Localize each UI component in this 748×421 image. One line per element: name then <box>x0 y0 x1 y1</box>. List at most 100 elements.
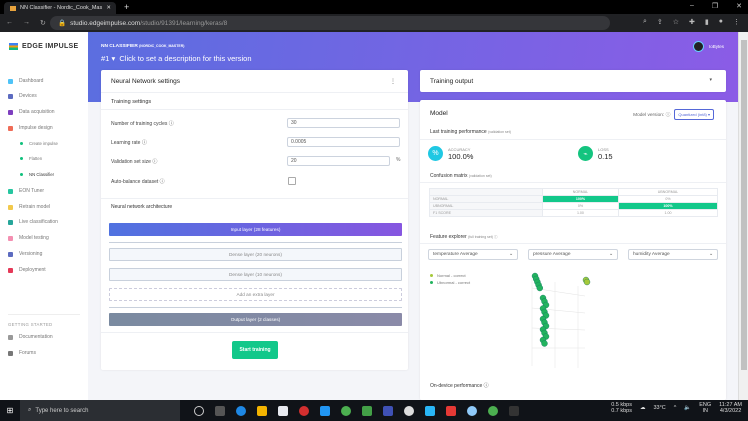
wps-icon[interactable] <box>446 405 456 416</box>
start-training-button[interactable]: Start training <box>232 341 278 359</box>
validation-size-label: Validation set size ⓘ <box>111 159 158 165</box>
more-options-icon[interactable]: ⋮ <box>390 78 396 85</box>
clock[interactable]: 11:27 AM 4/3/2022 <box>719 402 742 414</box>
legend-normal[interactable]: Normal - correct <box>430 273 466 278</box>
new-tab-button[interactable]: + <box>124 2 129 12</box>
file-explorer-icon[interactable] <box>257 405 267 416</box>
y-axis-select[interactable]: pressure Average ⌄ <box>528 249 618 260</box>
app-icon[interactable] <box>362 405 372 416</box>
url-path: /studio/91391/learning/keras/8 <box>140 19 228 27</box>
close-tab-icon[interactable]: ✕ <box>106 5 111 11</box>
edge-icon[interactable] <box>236 405 246 416</box>
volume-icon[interactable]: 🔈 <box>684 405 691 411</box>
bullet-icon <box>20 173 23 176</box>
url-bar[interactable]: 🔒 studio.edgeimpulse.com/studio/91391/lea… <box>50 16 610 30</box>
sidebar-item-nn-classifier[interactable]: NN Classifier <box>20 172 54 177</box>
auto-balance-checkbox[interactable] <box>288 177 296 185</box>
versioning-icon <box>8 251 13 257</box>
sidebar-item-model-testing[interactable]: Model testing <box>8 235 49 241</box>
share-icon[interactable]: ⇪ <box>657 18 663 26</box>
architecture-heading: Neural network architecture <box>111 204 173 210</box>
chrome-icon[interactable] <box>341 405 351 416</box>
tray-chevron-icon[interactable]: ^ <box>674 405 677 411</box>
card-title: Neural Network settings <box>111 78 180 85</box>
language[interactable]: ENG IN <box>699 402 711 414</box>
chevron-down-icon[interactable]: ▾ <box>709 77 712 83</box>
minimize-icon[interactable]: – <box>690 2 694 10</box>
training-output-header[interactable]: Training output ▾ <box>420 70 726 92</box>
star-icon[interactable]: ☆ <box>673 18 679 26</box>
version-selector[interactable]: #1 <box>101 54 109 63</box>
cm-cell: 1.00 <box>617 209 719 217</box>
z-axis-select[interactable]: humidity Average ⌄ <box>628 249 718 260</box>
sidebar-item-versioning[interactable]: Versioning <box>8 251 42 257</box>
sidepanel-icon[interactable]: ▮ <box>705 18 709 26</box>
cm-cell: 0% <box>617 195 719 203</box>
profile-icon[interactable]: ● <box>719 18 723 26</box>
terminal-icon[interactable] <box>509 405 519 416</box>
vscode-icon[interactable] <box>320 405 330 416</box>
page-scrollbar[interactable] <box>738 32 748 400</box>
app-icon[interactable] <box>404 405 414 416</box>
zoom-icon[interactable]: ⌕ <box>643 18 647 26</box>
cm-header <box>429 188 543 196</box>
sidebar-item-label: Dashboard <box>19 78 44 84</box>
scatter-point[interactable] <box>541 340 548 347</box>
forward-icon[interactable]: → <box>23 19 30 27</box>
menu-icon[interactable]: ⋮ <box>733 18 740 26</box>
task-view-icon[interactable] <box>215 405 225 416</box>
chrome-icon[interactable] <box>488 405 498 416</box>
input-layer[interactable]: Input layer (28 features) <box>109 223 402 236</box>
feature-scatter-3d[interactable] <box>500 268 620 378</box>
sidebar-item-devices[interactable]: Devices <box>8 93 37 99</box>
model-version-select[interactable]: Quantized (int8) ▾ <box>674 109 714 120</box>
sidebar-item-forums[interactable]: Forums <box>8 350 36 356</box>
sidebar-item-impulse-design[interactable]: Impulse design <box>8 125 53 131</box>
training-cycles-input[interactable]: 30 <box>287 118 400 128</box>
sidebar-item-data-acquisition[interactable]: Data acquisition <box>8 109 55 115</box>
scatter-point[interactable] <box>583 278 591 286</box>
legend-ubnormal[interactable]: Ubnormal - correct <box>430 280 470 285</box>
user-menu[interactable]: IoBytes <box>692 41 724 52</box>
extensions-icon[interactable]: ✚ <box>689 18 695 26</box>
reload-icon[interactable]: ↻ <box>40 19 46 27</box>
sidebar-item-retrain-model[interactable]: Retrain model <box>8 204 50 210</box>
sidebar-item-dashboard[interactable]: Dashboard <box>8 78 43 84</box>
app-icon[interactable] <box>425 405 435 416</box>
select-value: humidity Average <box>633 252 670 257</box>
dense-layer-1[interactable]: Dense layer (20 neurons) <box>109 248 402 261</box>
taskbar-search[interactable]: ⌕ Type here to search <box>20 400 180 421</box>
output-layer[interactable]: Output layer (2 classes) <box>109 313 402 326</box>
chevron-down-icon[interactable]: ▾ <box>111 54 115 63</box>
sidebar-item-flatten[interactable]: Flatten <box>20 156 42 161</box>
scrollbar-thumb[interactable] <box>741 40 747 370</box>
windows-start-icon[interactable]: ⊞ <box>0 406 20 415</box>
cm-cell: 100% <box>541 195 619 203</box>
temperature[interactable]: 33°C <box>653 405 665 411</box>
version-description[interactable]: Click to set a description for this vers… <box>119 54 251 63</box>
sidebar-item-deployment[interactable]: Deployment <box>8 267 46 273</box>
restore-icon[interactable]: ❐ <box>712 2 718 10</box>
store-icon[interactable] <box>278 405 288 416</box>
feature-explorer-heading: Feature explorer (full training set) ⓘ <box>430 234 497 240</box>
close-window-icon[interactable]: ✕ <box>736 2 742 10</box>
dense-layer-2[interactable]: Dense layer (10 neurons) <box>109 268 402 281</box>
sidebar-item-eon-tuner[interactable]: EON Tuner <box>8 188 44 194</box>
sidebar-item-live-classification[interactable]: Live classification <box>8 219 58 225</box>
app-icon[interactable] <box>299 405 309 416</box>
x-axis-select[interactable]: temperature Average ⌄ <box>428 249 518 260</box>
brand-logo[interactable]: EDGE IMPULSE <box>9 43 79 50</box>
weather-icon[interactable]: ☁ <box>640 405 646 411</box>
sidebar-item-create-impulse[interactable]: Create impulse <box>20 141 58 146</box>
app-icon[interactable] <box>467 405 477 416</box>
back-icon[interactable]: ← <box>6 19 13 27</box>
add-layer-button[interactable]: Add an extra layer <box>109 288 402 301</box>
heading-note: (full training set) ⓘ <box>468 235 498 239</box>
scatter-point[interactable] <box>536 284 543 292</box>
uipath-icon[interactable] <box>383 405 393 416</box>
cortana-icon[interactable] <box>194 405 204 416</box>
browser-tab[interactable]: NN Classifier - Nordic_Cook_Mas ✕ <box>4 2 116 14</box>
validation-size-input[interactable]: 20 <box>287 156 390 166</box>
learning-rate-input[interactable]: 0.0005 <box>287 137 400 147</box>
sidebar-item-documentation[interactable]: Documentation <box>8 334 53 340</box>
